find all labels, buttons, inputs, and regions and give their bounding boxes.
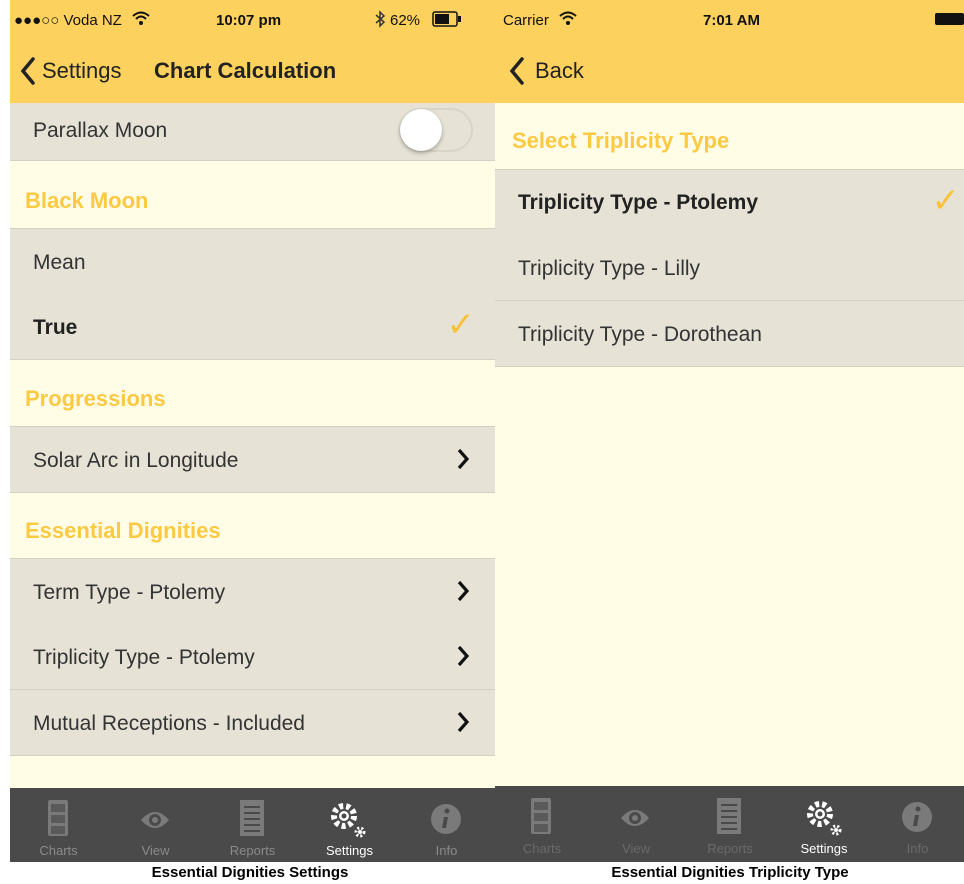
section-header-label: Essential Dignities xyxy=(25,518,221,543)
tab-info[interactable]: Info xyxy=(871,786,964,860)
nav-bar: Settings Chart Calculation xyxy=(10,40,495,103)
back-button[interactable]: Back xyxy=(535,58,584,84)
tab-reports[interactable]: Reports xyxy=(683,786,777,860)
caption-left: Essential Dignities Settings xyxy=(151,864,349,881)
chevron-left-icon[interactable] xyxy=(509,57,525,90)
list-item-triplicity-type[interactable]: Triplicity Type - Ptolemy xyxy=(10,624,495,690)
tab-label: Info xyxy=(435,843,458,858)
list-item-true[interactable]: True ✓ xyxy=(10,294,495,360)
list-item-label: True xyxy=(33,316,78,339)
document-icon xyxy=(240,800,264,836)
status-time: 7:01 AM xyxy=(703,12,760,29)
tab-bar: Charts View Reports Settings Info xyxy=(10,788,495,862)
chevron-left-icon[interactable] xyxy=(20,57,36,90)
tab-reports[interactable]: Reports xyxy=(204,788,301,862)
tab-label: View xyxy=(141,843,170,858)
eye-icon xyxy=(141,812,169,828)
status-bar: Carrier 7:01 AM xyxy=(495,0,964,40)
section-header-progressions: Progressions xyxy=(10,360,495,426)
tab-label: Charts xyxy=(522,841,562,856)
battery-percent: 62% xyxy=(390,12,421,29)
tab-charts[interactable]: Charts xyxy=(495,786,589,860)
section-header-label: Progressions xyxy=(25,386,166,411)
toggle-knob xyxy=(400,109,442,151)
bluetooth-icon xyxy=(374,10,386,32)
carrier-signal: ●●●○○ Voda NZ xyxy=(14,12,122,29)
list-item-parallax-moon: Parallax Moon xyxy=(10,103,495,161)
tab-label: View xyxy=(622,841,650,856)
tab-label: Reports xyxy=(229,843,276,858)
chevron-right-icon xyxy=(457,448,470,476)
option-label: Triplicity Type - Lilly xyxy=(518,257,701,280)
option-label: Triplicity Type - Dorothean xyxy=(518,323,762,346)
cabinet-icon xyxy=(531,798,551,834)
list-item-label: Mean xyxy=(33,251,86,274)
parallax-moon-toggle[interactable] xyxy=(399,108,473,152)
battery-icon xyxy=(432,11,462,31)
chevron-right-icon xyxy=(457,711,470,739)
list-item-solar-arc[interactable]: Solar Arc in Longitude xyxy=(10,426,495,493)
list-item-label: Triplicity Type - Ptolemy xyxy=(33,646,255,669)
list-item-label: Mutual Receptions - Included xyxy=(33,712,305,735)
carrier-name: Carrier xyxy=(503,12,549,29)
wifi-icon xyxy=(559,10,577,30)
info-icon xyxy=(431,804,461,834)
tab-label: Info xyxy=(906,841,929,856)
tab-view[interactable]: View xyxy=(107,788,204,862)
tab-label: Reports xyxy=(707,841,753,856)
left-screen: ●●●○○ Voda NZ 10:07 pm 62% Settings Char… xyxy=(10,0,495,862)
status-bar: ●●●○○ Voda NZ 10:07 pm 62% xyxy=(10,0,495,40)
tab-settings[interactable]: Settings xyxy=(301,788,398,862)
back-button[interactable]: Settings xyxy=(42,58,122,84)
tab-label: Settings xyxy=(326,843,373,858)
tab-label: Settings xyxy=(800,841,848,856)
battery-icon xyxy=(935,12,964,30)
list-item-label: Parallax Moon xyxy=(33,119,168,142)
list-item-label: Term Type - Ptolemy xyxy=(33,581,226,604)
document-icon xyxy=(717,798,741,834)
list-item-term-type[interactable]: Term Type - Ptolemy xyxy=(10,558,495,625)
tab-label: Charts xyxy=(39,843,78,858)
section-header-black-moon: Black Moon xyxy=(10,161,495,228)
caption-right: Essential Dignities Triplicity Type xyxy=(611,864,849,881)
tab-charts[interactable]: Charts xyxy=(10,788,107,862)
status-time: 10:07 pm xyxy=(216,12,282,29)
tab-view[interactable]: View xyxy=(589,786,683,860)
section-header-label: Black Moon xyxy=(25,188,149,213)
eye-icon xyxy=(621,810,649,826)
gears-icon xyxy=(807,801,842,836)
section-header-label: Select Triplicity Type xyxy=(512,128,730,153)
right-screen: Carrier 7:01 AM Back Select Triplicity T… xyxy=(495,0,964,862)
page-title: Chart Calculation xyxy=(154,58,337,83)
option-ptolemy[interactable]: Triplicity Type - Ptolemy ✓ xyxy=(495,169,964,236)
wifi-icon xyxy=(132,10,150,30)
tab-info[interactable]: Info xyxy=(398,788,495,862)
tab-settings[interactable]: Settings xyxy=(777,786,871,860)
list-item-mean[interactable]: Mean xyxy=(10,228,495,295)
checkmark-icon: ✓ xyxy=(446,306,476,344)
section-header-essential-dignities: Essential Dignities xyxy=(10,492,495,558)
cabinet-icon xyxy=(48,800,68,836)
section-header-select-triplicity: Select Triplicity Type xyxy=(495,103,964,169)
nav-bar: Back xyxy=(495,40,964,103)
option-label: Triplicity Type - Ptolemy xyxy=(518,191,759,214)
chevron-right-icon xyxy=(457,580,470,608)
info-icon xyxy=(902,802,932,832)
tab-bar: Charts View Reports Settings Info xyxy=(495,786,964,862)
gears-icon xyxy=(331,803,366,838)
list-item-label: Solar Arc in Longitude xyxy=(33,449,239,472)
option-dorothean[interactable]: Triplicity Type - Dorothean xyxy=(495,301,964,367)
checkmark-icon: ✓ xyxy=(931,182,961,220)
option-lilly[interactable]: Triplicity Type - Lilly xyxy=(495,235,964,301)
chevron-right-icon xyxy=(457,645,470,673)
list-item-mutual-receptions[interactable]: Mutual Receptions - Included xyxy=(10,690,495,756)
